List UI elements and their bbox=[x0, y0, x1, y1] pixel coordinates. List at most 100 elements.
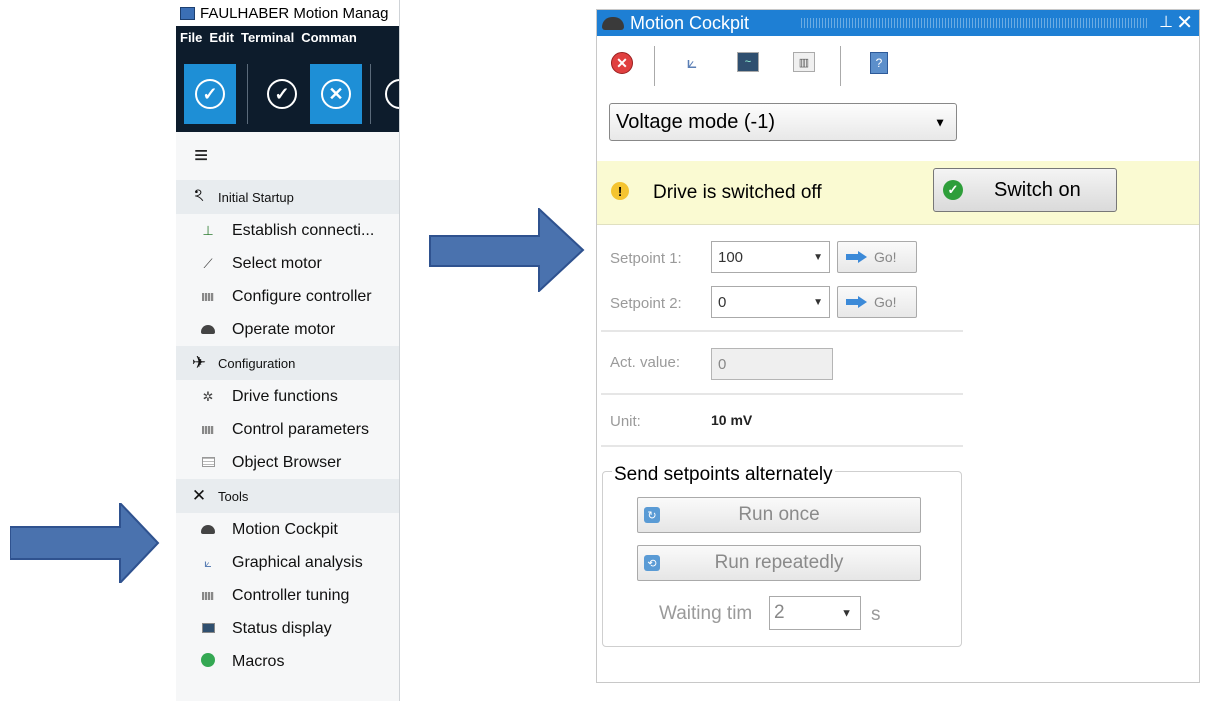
menu-file[interactable]: File bbox=[180, 30, 202, 45]
go-setpoint1-button[interactable]: Go! bbox=[837, 241, 917, 273]
nav-item-label: Controller tuning bbox=[232, 586, 350, 604]
warning-icon: ! bbox=[611, 182, 629, 200]
stop-icon[interactable]: ✕ bbox=[611, 52, 633, 74]
app-title: FAULHABER Motion Manag bbox=[200, 4, 389, 22]
hamburger-menu-button[interactable]: ≡ bbox=[176, 132, 399, 180]
close-icon[interactable]: ✕ bbox=[1176, 10, 1193, 35]
go-label: Go! bbox=[874, 249, 897, 265]
nav-item-operate-motor[interactable]: Operate motor bbox=[176, 313, 399, 346]
setpoint2-value: 0 bbox=[718, 293, 727, 311]
car-icon bbox=[198, 522, 218, 537]
group-title: Send setpoints alternately bbox=[612, 464, 835, 486]
graph-icon[interactable]: ⟀ bbox=[681, 52, 703, 72]
setpoint2-combo[interactable]: 0 ▼ bbox=[711, 286, 830, 318]
nav-item-label: Select motor bbox=[232, 254, 322, 272]
toolbar-separator bbox=[840, 46, 841, 86]
check-icon: ✓ bbox=[943, 180, 963, 200]
nav-item-configure-controller[interactable]: Configure controller bbox=[176, 280, 399, 313]
drive-status-text: Drive is switched off bbox=[653, 182, 822, 203]
more-toolbar-button[interactable] bbox=[374, 64, 399, 124]
nav-item-label: Object Browser bbox=[232, 453, 342, 471]
startup-icon: ঽ bbox=[194, 186, 204, 205]
nav-item-object-browser[interactable]: Object Browser bbox=[176, 446, 399, 479]
act-value-field: 0 bbox=[711, 348, 833, 380]
pointer-arrow-icon bbox=[429, 208, 585, 292]
section-configuration[interactable]: ✈ Configuration bbox=[176, 346, 399, 380]
divider bbox=[601, 330, 963, 332]
parameters-grid-icon bbox=[198, 422, 218, 437]
chevron-down-icon: ▼ bbox=[841, 607, 852, 620]
setpoint1-combo[interactable]: 100 ▼ bbox=[711, 241, 830, 273]
nav-item-label: Motion Cockpit bbox=[232, 520, 338, 538]
waiting-time-combo[interactable]: 2 ▼ bbox=[769, 596, 861, 630]
check-circle-icon: ✓ bbox=[267, 79, 297, 109]
nav-item-controller-tuning[interactable]: Controller tuning bbox=[176, 579, 399, 612]
nav-item-graphical-analysis[interactable]: ⟀ Graphical analysis bbox=[176, 546, 399, 579]
nav-item-label: Drive functions bbox=[232, 387, 338, 405]
graph-icon: ⟀ bbox=[204, 554, 212, 570]
section-initial-startup[interactable]: ঽ Initial Startup bbox=[176, 180, 399, 214]
repeat-icon: ⟲ bbox=[644, 555, 660, 571]
act-value-label: Act. value: bbox=[610, 354, 681, 371]
section-tools[interactable]: ✕ Tools bbox=[176, 479, 399, 513]
motion-cockpit-window: Motion Cockpit ⊥ ✕ ✕ ⟀ ~ ▥ ? Voltage mod… bbox=[596, 9, 1200, 683]
nav-item-status-display[interactable]: Status display bbox=[176, 612, 399, 645]
macro-icon bbox=[198, 653, 218, 670]
tuning-grid-icon bbox=[198, 588, 218, 603]
divider bbox=[601, 393, 963, 395]
controller-grid-icon bbox=[198, 289, 218, 304]
list-icon bbox=[198, 455, 218, 470]
nav-item-control-parameters[interactable]: Control parameters bbox=[176, 413, 399, 446]
run-repeatedly-button[interactable]: ⟲ Run repeatedly bbox=[637, 545, 921, 581]
monitor-icon[interactable]: ~ bbox=[737, 52, 759, 72]
help-icon[interactable]: ? bbox=[870, 52, 888, 74]
run-once-button[interactable]: ↻ Run once bbox=[637, 497, 921, 533]
circle-icon bbox=[385, 79, 399, 109]
menu-commands[interactable]: Comman bbox=[301, 30, 357, 45]
setpoint2-label: Setpoint 2: bbox=[610, 295, 682, 312]
disable-button[interactable]: ✕ bbox=[310, 64, 362, 124]
go-setpoint2-button[interactable]: Go! bbox=[837, 286, 917, 318]
switch-on-button[interactable]: ✓ Switch on bbox=[933, 168, 1117, 212]
toolbar-separator bbox=[247, 64, 248, 124]
nav-item-label: Configure controller bbox=[232, 287, 372, 305]
chevron-down-icon: ▼ bbox=[813, 252, 823, 264]
enable-button[interactable]: ✓ bbox=[256, 64, 308, 124]
run-once-icon: ↻ bbox=[644, 507, 660, 523]
car-icon bbox=[602, 16, 624, 30]
nav-item-macros[interactable]: Macros bbox=[176, 645, 399, 678]
nav-item-label: Control parameters bbox=[232, 420, 369, 438]
car-icon bbox=[198, 322, 218, 337]
nav-item-establish-connection[interactable]: ⊥ Establish connecti... bbox=[176, 214, 399, 247]
run-once-label: Run once bbox=[738, 504, 820, 525]
nav-item-select-motor[interactable]: ⟋ Select motor bbox=[176, 247, 399, 280]
drive-status-bar: ! Drive is switched off ✓ Switch on bbox=[597, 161, 1199, 225]
section-title: Initial Startup bbox=[218, 189, 294, 205]
hamburger-icon: ≡ bbox=[194, 142, 209, 169]
nav-item-label: Operate motor bbox=[232, 320, 336, 338]
chevron-down-icon: ▼ bbox=[813, 297, 823, 309]
nav-item-label: Macros bbox=[232, 652, 285, 670]
pin-icon[interactable]: ⊥ bbox=[1159, 12, 1173, 32]
screenshot-stage: FAULHABER Motion Manag File Edit Termina… bbox=[0, 0, 1208, 701]
titlebar-grip bbox=[801, 18, 1147, 28]
nav-item-label: Establish connecti... bbox=[232, 221, 375, 239]
divider bbox=[601, 445, 963, 447]
mode-select[interactable]: Voltage mode (-1) ▼ bbox=[609, 103, 957, 141]
nav-item-drive-functions[interactable]: ✲ Drive functions bbox=[176, 380, 399, 413]
apply-config-button[interactable]: ✓ bbox=[184, 64, 236, 124]
menu-terminal[interactable]: Terminal bbox=[241, 30, 294, 45]
section-title: Configuration bbox=[218, 355, 296, 371]
pointer-arrow-icon bbox=[10, 503, 160, 583]
nav-item-motion-cockpit[interactable]: Motion Cockpit bbox=[176, 513, 399, 546]
run-repeatedly-label: Run repeatedly bbox=[714, 552, 844, 573]
setpoint1-value: 100 bbox=[718, 248, 744, 266]
menu-edit[interactable]: Edit bbox=[209, 30, 234, 45]
section-title: Tools bbox=[218, 488, 249, 504]
unit-label: Unit: bbox=[610, 413, 641, 430]
tuning-icon[interactable]: ▥ bbox=[793, 52, 815, 72]
setpoint1-label: Setpoint 1: bbox=[610, 250, 682, 267]
tools-icon: ✕ bbox=[191, 486, 207, 505]
mode-select-value: Voltage mode (-1) bbox=[616, 110, 775, 133]
wand-icon: ⟋ bbox=[203, 255, 213, 271]
